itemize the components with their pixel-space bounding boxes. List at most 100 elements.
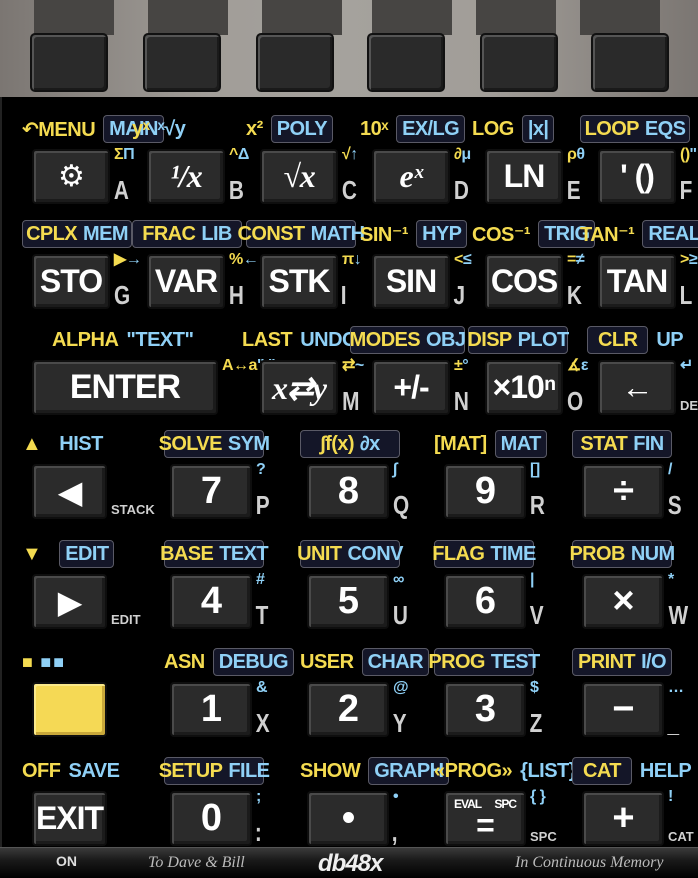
right-shift-symbol: μ <box>461 146 471 163</box>
left-shift-label: ALPHA <box>52 328 119 351</box>
key-label: SIN <box>385 263 437 299</box>
right-shift-label: {LIST} <box>520 759 577 782</box>
key-side-symbols: π↓ <box>342 252 362 268</box>
quote-key[interactable]: ' () <box>598 149 676 204</box>
shift-label-group: DISP PLOT <box>467 326 569 354</box>
left-shift-label: FRAC <box>142 222 196 245</box>
left-shift-label: «PROG» <box>434 759 513 782</box>
shift-label-group: PRINT I/O <box>572 648 672 676</box>
eight-key[interactable]: 8 <box>307 464 389 519</box>
menu-box: CAT <box>572 757 632 785</box>
tan-key[interactable]: TAN <box>598 254 676 309</box>
right-shift-label: NUM <box>630 542 675 565</box>
right-shift-symbol: / <box>668 461 672 478</box>
seven-key[interactable]: 7 <box>170 464 252 519</box>
right-shift-label: EQS <box>644 117 686 140</box>
var-key[interactable]: VAR <box>147 254 225 309</box>
settings-key[interactable]: ⚙ <box>32 149 110 204</box>
up-key[interactable]: ◀ <box>32 464 107 519</box>
right-shift-symbol: ; <box>256 788 261 805</box>
three-key[interactable]: 3 <box>444 682 526 737</box>
six-key[interactable]: 6 <box>444 574 526 629</box>
key-label: 4 <box>200 580 222 622</box>
dot-key[interactable]: • <box>307 791 389 846</box>
left-shift-symbol: = <box>567 251 576 268</box>
softkey-f2[interactable] <box>143 33 221 92</box>
left-shift-label: LOOP <box>584 117 640 140</box>
shift-label-group: ASN DEBUG <box>164 648 294 676</box>
softkey-f6[interactable] <box>591 33 669 92</box>
swap-key[interactable]: x⇄y <box>260 360 338 415</box>
multiply-key[interactable]: × <box>582 574 664 629</box>
shift-label-group: SOLVE SYM <box>159 430 270 458</box>
equals-key[interactable]: EVAL SPC = <box>444 791 526 846</box>
right-shift-symbol: & <box>256 679 268 696</box>
divide-key[interactable]: ÷ <box>582 464 664 519</box>
nine-key[interactable]: 9 <box>444 464 526 519</box>
softkey-f4[interactable] <box>367 33 445 92</box>
right-shift-symbol: | <box>530 571 534 588</box>
right-shift-label: CHAR <box>367 650 424 673</box>
down-key[interactable]: ▶ <box>32 574 107 629</box>
exponent-key[interactable]: ×10ⁿ <box>485 360 563 415</box>
key-label: 5 <box>337 580 359 622</box>
alpha-label: N <box>453 386 469 416</box>
right-shift-symbol: ? <box>256 461 266 478</box>
softkey-f1[interactable] <box>30 33 108 92</box>
subtract-key[interactable]: − <box>582 682 664 737</box>
two-key[interactable]: 2 <box>307 682 389 737</box>
key-side-symbols: ΣΠ <box>114 146 135 163</box>
right-shift-label: HELP <box>639 759 692 782</box>
inverse-key[interactable]: ¹/x <box>147 149 225 204</box>
right-shift-symbol: Π <box>123 146 135 163</box>
backspace-key[interactable]: ← <box>598 360 676 415</box>
key-side-symbols: | <box>530 572 534 588</box>
key-side-symbols: ()'' <box>680 147 697 163</box>
left-shift-symbol: ρ <box>567 146 577 163</box>
key-label: TAN <box>606 263 668 299</box>
left-shift-symbol: ∡ <box>567 357 581 374</box>
left-shift-label: PROG <box>428 650 485 673</box>
key-side-symbols: ^Δ <box>229 147 249 163</box>
left-shift-label: BASE <box>160 542 214 565</box>
softkey-beam <box>34 0 114 35</box>
softkey-f5[interactable] <box>480 33 558 92</box>
enter-key[interactable]: ENTER <box>32 360 218 415</box>
right-shift-label: ∂x <box>359 432 380 455</box>
alpha-label: V <box>529 600 544 630</box>
right-shift-label: |x| <box>527 117 549 140</box>
left-shift-label: LAST <box>242 328 293 351</box>
cos-key[interactable]: COS <box>485 254 563 309</box>
shift-label-group: CONST MATH <box>238 220 365 248</box>
right-shift-symbol: ≤ <box>462 251 472 268</box>
exp-key[interactable]: eˣ <box>372 149 450 204</box>
softkey-f3[interactable] <box>256 33 334 92</box>
key-label: − <box>612 688 634 730</box>
sin-key[interactable]: SIN <box>372 254 450 309</box>
shift-label-group: ALPHA "TEXT" <box>52 326 194 354</box>
right-shift-symbol: Δ <box>237 146 250 163</box>
sto-key[interactable]: STO <box>32 254 110 309</box>
one-key[interactable]: 1 <box>170 682 252 737</box>
right-shift-label: HYP <box>422 222 462 245</box>
shift-key[interactable] <box>32 682 107 737</box>
ln-key[interactable]: LN <box>485 149 563 204</box>
alpha-label: Q <box>393 490 410 520</box>
menu-box: |x| <box>521 115 555 143</box>
exit-key[interactable]: EXIT <box>32 791 107 846</box>
add-key[interactable]: + <box>582 791 664 846</box>
four-key[interactable]: 4 <box>170 574 252 629</box>
left-shift-label: UNIT <box>297 542 342 565</box>
right-shift-label: CONV <box>347 542 403 565</box>
key-side-symbols: $ <box>530 680 539 696</box>
chs-key[interactable]: +/- <box>372 360 450 415</box>
key-label: 7 <box>200 470 222 512</box>
shift-label-group: LOG |x| <box>472 115 555 143</box>
right-shift-label: MATH <box>310 222 365 245</box>
stk-key[interactable]: STK <box>260 254 338 309</box>
five-key[interactable]: 5 <box>307 574 389 629</box>
sqrt-key[interactable]: √x <box>260 149 338 204</box>
zero-key[interactable]: 0 <box>170 791 252 846</box>
left-shift-label: USER <box>300 650 354 673</box>
alpha-label: S <box>667 490 682 520</box>
